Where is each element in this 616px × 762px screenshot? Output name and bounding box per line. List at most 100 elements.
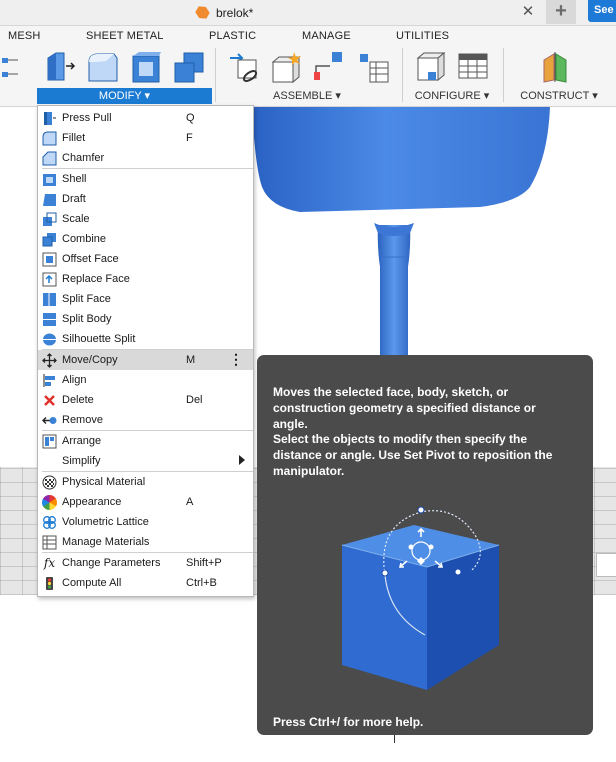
tab-sheet-metal[interactable]: SHEET METAL — [86, 30, 164, 42]
fillet-tool-icon[interactable] — [86, 50, 120, 84]
menu-item-split-body[interactable]: Split Body — [38, 309, 253, 329]
menu-item-shortcut: F — [186, 132, 193, 144]
menu-item-label: Chamfer — [62, 152, 105, 164]
tooltip-instructions: Select the objects to modify then specif… — [273, 432, 553, 478]
as-built-joint-tool-icon[interactable] — [312, 50, 346, 84]
split-face-icon — [43, 292, 56, 306]
viewcube-edge[interactable] — [596, 553, 616, 577]
modify-menu-button[interactable]: MODIFY ▾ — [37, 88, 212, 104]
menu-item-shell[interactable]: Shell — [38, 169, 253, 189]
tab-mesh[interactable]: MESH — [8, 30, 41, 42]
move-copy-icon — [42, 352, 57, 368]
menu-item-replace-face[interactable]: Replace Face — [38, 269, 253, 289]
menu-item-split-face[interactable]: Split Face — [38, 289, 253, 309]
menu-item-offset-face[interactable]: Offset Face — [38, 249, 253, 269]
menu-item-shortcut: Ctrl+B — [186, 577, 217, 589]
plus-icon[interactable]: + — [546, 0, 576, 24]
configure-tool-icon[interactable] — [414, 50, 448, 84]
manage-materials-icon — [42, 535, 57, 549]
menu-item-physical-material[interactable]: Physical Material — [38, 472, 253, 492]
construct-plane-icon[interactable] — [538, 50, 572, 84]
menu-item-label: Split Body — [62, 313, 112, 325]
document-title: brelok* — [216, 5, 254, 20]
menu-item-arrange[interactable]: Arrange — [38, 431, 253, 451]
menu-item-press-pull[interactable]: Press Pull Q — [38, 108, 253, 128]
menu-item-move-copy[interactable]: Move/Copy M ⋮ — [38, 350, 253, 370]
menu-item-align[interactable]: Align — [38, 370, 253, 390]
menu-item-label: Arrange — [62, 435, 102, 447]
arrange-icon — [42, 434, 57, 448]
combine-tool-icon[interactable] — [172, 50, 206, 84]
shell-tool-icon[interactable] — [130, 50, 164, 84]
menu-item-label: Scale — [62, 213, 90, 225]
tab-manage[interactable]: MANAGE — [302, 30, 351, 42]
menu-item-change-parameters[interactable]: fx Change Parameters Shift+P — [38, 553, 253, 573]
menu-item-fillet[interactable]: Fillet F — [38, 128, 253, 148]
menu-item-label: Volumetric Lattice — [62, 516, 149, 528]
scale-icon — [43, 212, 57, 226]
sketch-tool-icon[interactable] — [0, 50, 34, 84]
shell-icon — [43, 173, 56, 186]
tab-utilities[interactable]: UTILITIES — [396, 30, 449, 42]
construct-menu-button[interactable]: CONSTRUCT ▾ — [512, 88, 606, 104]
menu-item-label: Physical Material — [62, 476, 146, 488]
menu-item-combine[interactable]: Combine — [38, 229, 253, 249]
volumetric-lattice-icon — [43, 515, 56, 529]
menu-item-label: Replace Face — [62, 273, 130, 285]
menu-item-draft[interactable]: Draft — [38, 189, 253, 209]
menu-item-label: Press Pull — [62, 112, 112, 124]
menu-item-manage-materials[interactable]: Manage Materials — [38, 532, 253, 552]
press-pull-tool-icon[interactable] — [44, 50, 78, 84]
menu-item-compute-all[interactable]: Compute All Ctrl+B — [38, 573, 253, 593]
delete-icon — [44, 394, 55, 406]
see-button[interactable]: See — [588, 0, 616, 22]
assemble-menu-button[interactable]: ASSEMBLE ▾ — [262, 88, 352, 104]
new-component-tool-icon[interactable] — [228, 50, 262, 84]
function-icon: fx — [43, 555, 56, 570]
menu-item-label: Compute All — [62, 577, 122, 589]
group-separator — [402, 48, 403, 102]
joint-tool-icon[interactable] — [270, 50, 304, 84]
simplify-icon — [42, 454, 57, 469]
menu-item-remove[interactable]: Remove — [38, 410, 253, 430]
configure-menu-button[interactable]: CONFIGURE ▾ — [407, 88, 497, 104]
menu-item-shortcut: Shift+P — [186, 557, 222, 569]
move-copy-tooltip: Moves the selected face, body, sketch, o… — [257, 355, 593, 735]
bill-of-materials-tool-icon[interactable] — [356, 50, 390, 84]
menu-item-label: Fillet — [62, 132, 86, 144]
menu-item-label: Remove — [62, 414, 103, 426]
menu-item-scale[interactable]: Scale — [38, 209, 253, 229]
menu-item-delete[interactable]: Delete Del — [38, 390, 253, 410]
configuration-table-icon[interactable] — [456, 50, 490, 84]
physical-material-icon — [42, 475, 57, 489]
menu-item-chamfer[interactable]: Chamfer — [38, 148, 253, 168]
tooltip-description: Moves the selected face, body, sketch, o… — [273, 385, 536, 431]
menu-item-label: Draft — [62, 193, 86, 205]
title-bar: brelok* ✕ + See — [0, 0, 616, 26]
menu-item-label: Delete — [62, 394, 94, 406]
silhouette-split-icon — [43, 333, 56, 345]
fillet-icon — [42, 131, 57, 145]
move-copy-illustration — [341, 506, 500, 690]
align-icon — [43, 373, 55, 387]
tab-plastic[interactable]: PLASTIC — [209, 30, 256, 42]
close-icon[interactable]: ✕ — [520, 4, 536, 20]
combine-icon — [42, 232, 56, 246]
menu-item-silhouette-split[interactable]: Silhouette Split — [38, 329, 253, 349]
menu-item-label: Split Face — [62, 293, 111, 305]
group-separator — [503, 48, 504, 102]
submenu-arrow-icon — [239, 455, 245, 465]
menu-item-label: Appearance — [62, 496, 122, 508]
draft-icon — [43, 193, 56, 206]
more-options-icon[interactable]: ⋮ — [229, 352, 243, 366]
document-tab[interactable]: brelok* — [190, 0, 542, 25]
menu-item-simplify[interactable]: Simplify — [38, 451, 253, 471]
toolbar-ribbon: MESH SHEET METAL PLASTIC MANAGE UTILITIE… — [0, 26, 616, 107]
menu-item-label: Shell — [62, 173, 87, 185]
appearance-icon — [42, 494, 57, 510]
menu-item-volumetric-lattice[interactable]: Volumetric Lattice — [38, 512, 253, 532]
menu-item-appearance[interactable]: Appearance A — [38, 492, 253, 512]
document-icon — [194, 4, 212, 22]
menu-item-label: Offset Face — [62, 253, 119, 265]
offset-face-icon — [42, 252, 57, 266]
